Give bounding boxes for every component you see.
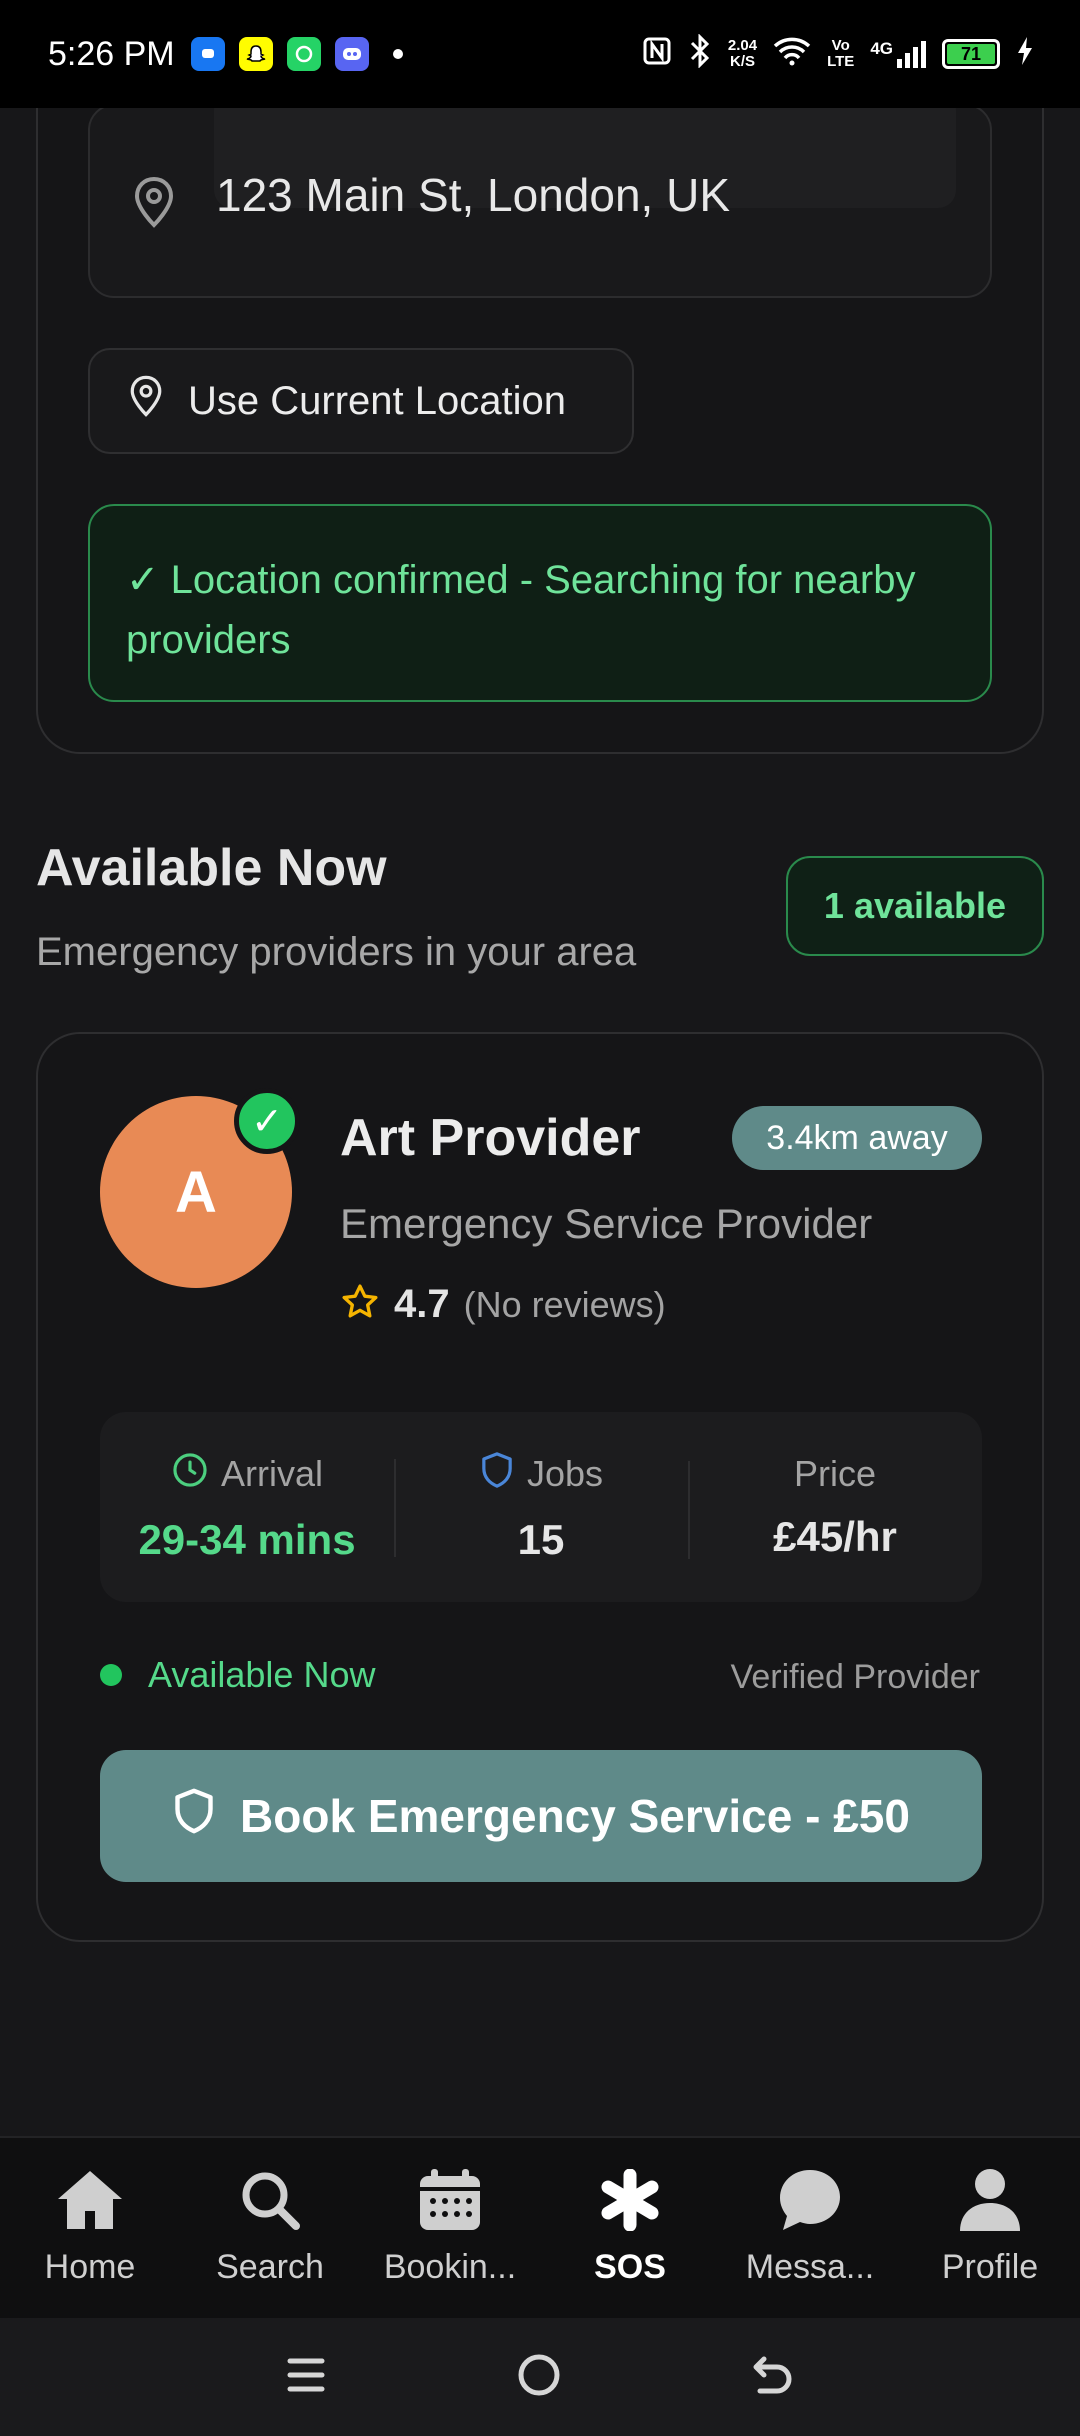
snapchat-icon	[238, 37, 273, 71]
nav-sos-label: SOS	[594, 2248, 666, 2286]
provider-role: Emergency Service Provider	[340, 1200, 873, 1247]
availability-dot	[100, 1664, 122, 1686]
charging-icon	[1016, 36, 1034, 72]
bottom-nav: Home Search Bookin... SOS Messa... Profi…	[0, 2136, 1080, 2318]
nav-home[interactable]: Home	[0, 2138, 180, 2318]
provider-stats: Arrival 29-34 mins Jobs 15 Price £45/hr	[100, 1412, 982, 1602]
nav-search[interactable]: Search	[180, 2138, 360, 2318]
nav-bookings-label: Bookin...	[383, 2248, 517, 2286]
messenger-icon	[190, 37, 225, 71]
availability-status: Available Now	[100, 1654, 375, 1696]
price-value: £45/hr	[773, 1513, 897, 1560]
nav-profile-label: Profile	[941, 2248, 1039, 2286]
provider-rating: 4.7 (No reviews)	[340, 1282, 666, 1327]
nav-sos[interactable]: SOS	[540, 2138, 720, 2318]
battery-level: 71	[947, 44, 995, 64]
menu-icon[interactable]	[284, 2355, 328, 2400]
available-count-badge: 1 available	[786, 856, 1044, 956]
jobs-label: Jobs	[526, 1453, 604, 1494]
use-current-location-button[interactable]: Use Current Location	[88, 348, 634, 454]
available-now-heading: Available Now	[36, 839, 387, 897]
nav-search-label: Search	[216, 2248, 324, 2286]
verified-check-icon: ✓	[234, 1088, 300, 1154]
rating-value: 4.7	[394, 1282, 450, 1326]
volte-indicator: Vo LTE	[827, 38, 854, 70]
whatsapp-icon	[286, 37, 321, 71]
star-icon	[340, 1282, 380, 1327]
nav-home-label: Home	[44, 2248, 136, 2286]
shield-icon	[172, 1787, 216, 1846]
review-count: (No reviews)	[463, 1283, 666, 1325]
book-emergency-label: Book Emergency Service - £50	[240, 1790, 910, 1842]
nfc-icon	[642, 36, 672, 72]
location-confirmed-banner: ✓ Location confirmed - Searching for nea…	[88, 504, 992, 702]
volte-bottom: LTE	[827, 53, 855, 70]
chat-icon	[776, 2164, 844, 2236]
provider-name: Art Provider	[340, 1109, 641, 1167]
verified-provider-label: Verified Provider	[730, 1658, 980, 1696]
location-pin-icon	[132, 176, 176, 233]
search-icon	[238, 2164, 302, 2236]
location-confirmed-text: ✓ Location confirmed - Searching for nea…	[126, 558, 916, 662]
network-speed: 2.04 K/S	[728, 38, 757, 70]
net-speed-unit: K/S	[729, 53, 755, 70]
discord-icon	[334, 37, 369, 71]
status-time: 5:26 PM	[48, 34, 175, 73]
jobs-value: 15	[517, 1515, 565, 1563]
calendar-icon	[417, 2164, 483, 2236]
back-icon[interactable]	[750, 2353, 796, 2402]
net-speed-value: 2.04	[727, 37, 758, 54]
arrival-label: Arrival	[220, 1453, 323, 1494]
nav-messages-label: Messa...	[745, 2248, 875, 2286]
nav-messages[interactable]: Messa...	[720, 2138, 900, 2318]
jobs-stat: Jobs 15	[394, 1451, 688, 1564]
price-label: Price	[793, 1453, 877, 1494]
price-stat: Price £45/hr	[688, 1453, 982, 1561]
more-notifications-dot	[392, 49, 403, 59]
clock-icon	[171, 1451, 209, 1498]
address-input[interactable]: 123 Main St, London, UK	[216, 168, 730, 222]
battery-icon: 71	[942, 39, 1000, 69]
home-icon	[54, 2164, 126, 2236]
bluetooth-icon	[688, 33, 712, 74]
cell-signal-icon: 4G	[870, 39, 926, 69]
person-icon	[958, 2164, 1022, 2236]
system-nav-bar	[0, 2318, 1080, 2436]
arrival-stat: Arrival 29-34 mins	[100, 1451, 394, 1564]
wifi-icon	[773, 36, 811, 72]
provider-card[interactable]: A ✓ Art Provider 3.4km away Emergency Se…	[36, 1032, 1044, 1942]
asterisk-icon	[599, 2164, 661, 2236]
home-circle-icon[interactable]	[516, 2352, 562, 2403]
arrival-value: 29-34 mins	[138, 1515, 356, 1563]
book-emergency-button[interactable]: Book Emergency Service - £50	[100, 1750, 982, 1882]
availability-text: Available Now	[148, 1654, 376, 1695]
available-now-subtitle: Emergency providers in your area	[36, 930, 637, 974]
location-pin-icon	[128, 375, 164, 427]
volte-top: Vo	[831, 37, 850, 54]
distance-badge: 3.4km away	[732, 1106, 982, 1170]
app-screen: 123 Main St, London, UK Use Current Loca…	[0, 0, 1080, 2436]
status-right: 2.04 K/S Vo LTE 4G 71	[642, 33, 1034, 74]
shield-icon	[479, 1451, 515, 1498]
nav-bookings[interactable]: Bookin...	[360, 2138, 540, 2318]
nav-profile[interactable]: Profile	[900, 2138, 1080, 2318]
use-current-location-label: Use Current Location	[188, 378, 566, 423]
status-bar: 5:26 PM 2.04 K/S Vo LTE 4G 71	[0, 0, 1080, 108]
network-type: 4G	[870, 39, 893, 58]
